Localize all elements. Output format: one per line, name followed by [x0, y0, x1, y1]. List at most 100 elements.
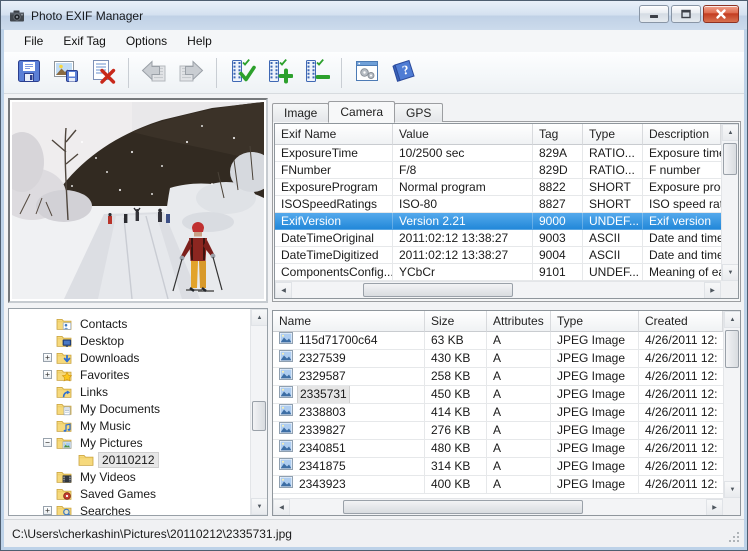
- toolbar-separator: [128, 58, 129, 88]
- tree-vscroll-thumb[interactable]: [252, 401, 266, 431]
- menu-item-file[interactable]: File: [14, 31, 53, 51]
- collapse-minus-icon[interactable]: −: [43, 438, 52, 447]
- exif-column-header-description[interactable]: Description: [643, 124, 721, 145]
- file-cell-size: 480 KB: [425, 440, 487, 458]
- exif-cell: 829A: [533, 145, 583, 162]
- settings-button[interactable]: [350, 56, 384, 90]
- tab-image[interactable]: Image: [272, 103, 329, 122]
- exif-row[interactable]: ExposureTime10/2500 sec829ARATIO...Expos…: [275, 145, 721, 162]
- exif-column-header-value[interactable]: Value: [393, 124, 533, 145]
- remove-exif-tag-button[interactable]: [299, 56, 333, 90]
- files-vertical-scrollbar[interactable]: ▲ ▼: [723, 311, 740, 498]
- tree-item-my-documents[interactable]: My Documents: [9, 400, 249, 417]
- file-row[interactable]: 2335731450 KBAJPEG Image4/26/2011 12:: [273, 386, 723, 404]
- tree-item-links[interactable]: Links: [9, 383, 249, 400]
- exif-row[interactable]: ISOSpeedRatingsISO-808827SHORTISO speed …: [275, 196, 721, 213]
- expand-plus-icon[interactable]: +: [43, 353, 52, 362]
- tree-expander[interactable]: −: [41, 438, 54, 447]
- tree-item-favorites[interactable]: +Favorites: [9, 366, 249, 383]
- files-horizontal-scrollbar[interactable]: ◀ ▶: [273, 498, 723, 515]
- exif-row[interactable]: ExifVersionVersion 2.219000UNDEF...Exif …: [275, 213, 721, 230]
- exif-row[interactable]: DateTimeDigitized2011:02:12 13:38:279004…: [275, 247, 721, 264]
- exif-row[interactable]: FNumberF/8829DRATIO...F number: [275, 162, 721, 179]
- exif-cell: Date and time of: [643, 247, 721, 264]
- tree-item-contacts[interactable]: Contacts: [9, 315, 249, 332]
- file-column-header-name[interactable]: Name: [273, 311, 425, 332]
- file-row[interactable]: 115d71700c6463 KBAJPEG Image4/26/2011 12…: [273, 332, 723, 350]
- tree-item-desktop[interactable]: Desktop: [9, 332, 249, 349]
- exif-column-header-type[interactable]: Type: [583, 124, 643, 145]
- file-cell-name: 2327539: [273, 350, 425, 368]
- tree-item-20110212[interactable]: 20110212: [9, 451, 249, 468]
- file-cell-type: JPEG Image: [551, 332, 639, 350]
- close-button[interactable]: [703, 5, 739, 23]
- help-button[interactable]: ?: [387, 56, 421, 90]
- scroll-right-icon[interactable]: ▶: [706, 499, 723, 516]
- tab-gps[interactable]: GPS: [394, 103, 443, 122]
- file-row[interactable]: 2329587258 KBAJPEG Image4/26/2011 12:: [273, 368, 723, 386]
- file-name: 2329587: [297, 368, 348, 385]
- exif-hscroll-thumb[interactable]: [363, 283, 513, 297]
- exif-row[interactable]: DateTimeOriginal2011:02:12 13:38:279003A…: [275, 230, 721, 247]
- add-exif-tag-icon: [265, 57, 293, 88]
- menu-item-exif-tag[interactable]: Exif Tag: [53, 31, 115, 51]
- tree-item-my-videos[interactable]: My Videos: [9, 468, 249, 485]
- delete-exif-button[interactable]: [86, 56, 120, 90]
- expand-plus-icon[interactable]: +: [43, 370, 52, 379]
- file-row[interactable]: 2341875314 KBAJPEG Image4/26/2011 12:: [273, 458, 723, 476]
- add-exif-tag-button[interactable]: [262, 56, 296, 90]
- exif-row[interactable]: ExposureProgramNormal program8822SHORTEx…: [275, 179, 721, 196]
- maximize-button[interactable]: [671, 5, 701, 23]
- tree-expander[interactable]: +: [41, 353, 54, 362]
- save-image-button[interactable]: [49, 56, 83, 90]
- tree-item-my-pictures[interactable]: −My Pictures: [9, 434, 249, 451]
- scroll-left-icon[interactable]: ◀: [275, 282, 292, 299]
- exif-vertical-scrollbar[interactable]: ▲ ▼: [721, 124, 738, 281]
- tree-item-downloads[interactable]: +Downloads: [9, 349, 249, 366]
- tree-item-searches[interactable]: +Searches: [9, 502, 249, 516]
- file-cell-created: 4/26/2011 12:: [639, 476, 723, 494]
- scroll-up-icon[interactable]: ▲: [724, 311, 741, 328]
- exif-vscroll-thumb[interactable]: [723, 143, 737, 175]
- app-window: Photo EXIF Manager FileExif TagOptionsHe…: [0, 0, 748, 551]
- menu-item-help[interactable]: Help: [177, 31, 222, 51]
- tab-camera[interactable]: Camera: [328, 101, 395, 123]
- validate-exif-icon: [228, 57, 256, 88]
- file-row[interactable]: 2340851480 KBAJPEG Image4/26/2011 12:: [273, 440, 723, 458]
- file-row[interactable]: 2343923400 KBAJPEG Image4/26/2011 12:: [273, 476, 723, 494]
- scroll-up-icon[interactable]: ▲: [722, 124, 739, 141]
- file-cell-attributes: A: [487, 440, 551, 458]
- file-row[interactable]: 2339827276 KBAJPEG Image4/26/2011 12:: [273, 422, 723, 440]
- tree-item-my-music[interactable]: My Music: [9, 417, 249, 434]
- exif-column-header-tag[interactable]: Tag: [533, 124, 583, 145]
- exif-horizontal-scrollbar[interactable]: ◀ ▶: [275, 281, 721, 298]
- scroll-left-icon[interactable]: ◀: [273, 499, 290, 516]
- scroll-up-icon[interactable]: ▲: [251, 309, 268, 326]
- minimize-button[interactable]: [639, 5, 669, 23]
- tree-expander[interactable]: +: [41, 506, 54, 515]
- files-hscroll-thumb[interactable]: [343, 500, 583, 514]
- validate-exif-button[interactable]: [225, 56, 259, 90]
- file-row[interactable]: 2327539430 KBAJPEG Image4/26/2011 12:: [273, 350, 723, 368]
- expand-plus-icon[interactable]: +: [43, 506, 52, 515]
- scroll-right-icon[interactable]: ▶: [704, 282, 721, 299]
- save-button[interactable]: [12, 56, 46, 90]
- videos-folder-icon: [56, 469, 72, 485]
- file-column-header-attributes[interactable]: Attributes: [487, 311, 551, 332]
- menu-item-options[interactable]: Options: [116, 31, 177, 51]
- tree-item-saved-games[interactable]: Saved Games: [9, 485, 249, 502]
- resize-grip-icon[interactable]: [727, 530, 740, 543]
- file-row[interactable]: 2338803414 KBAJPEG Image4/26/2011 12:: [273, 404, 723, 422]
- files-vscroll-thumb[interactable]: [725, 330, 739, 368]
- tree-expander[interactable]: +: [41, 370, 54, 379]
- file-column-header-type[interactable]: Type: [551, 311, 639, 332]
- exif-row[interactable]: ComponentsConfig...YCbCr9101UNDEF...Mean…: [275, 264, 721, 281]
- scroll-down-icon[interactable]: ▼: [251, 498, 268, 515]
- file-column-header-created[interactable]: Created: [639, 311, 723, 332]
- maximize-icon: [673, 7, 699, 21]
- scroll-down-icon[interactable]: ▼: [722, 264, 739, 281]
- scroll-down-icon[interactable]: ▼: [724, 481, 741, 498]
- tree-vertical-scrollbar[interactable]: ▲ ▼: [250, 309, 267, 515]
- exif-column-header-exif-name[interactable]: Exif Name: [275, 124, 393, 145]
- file-column-header-size[interactable]: Size: [425, 311, 487, 332]
